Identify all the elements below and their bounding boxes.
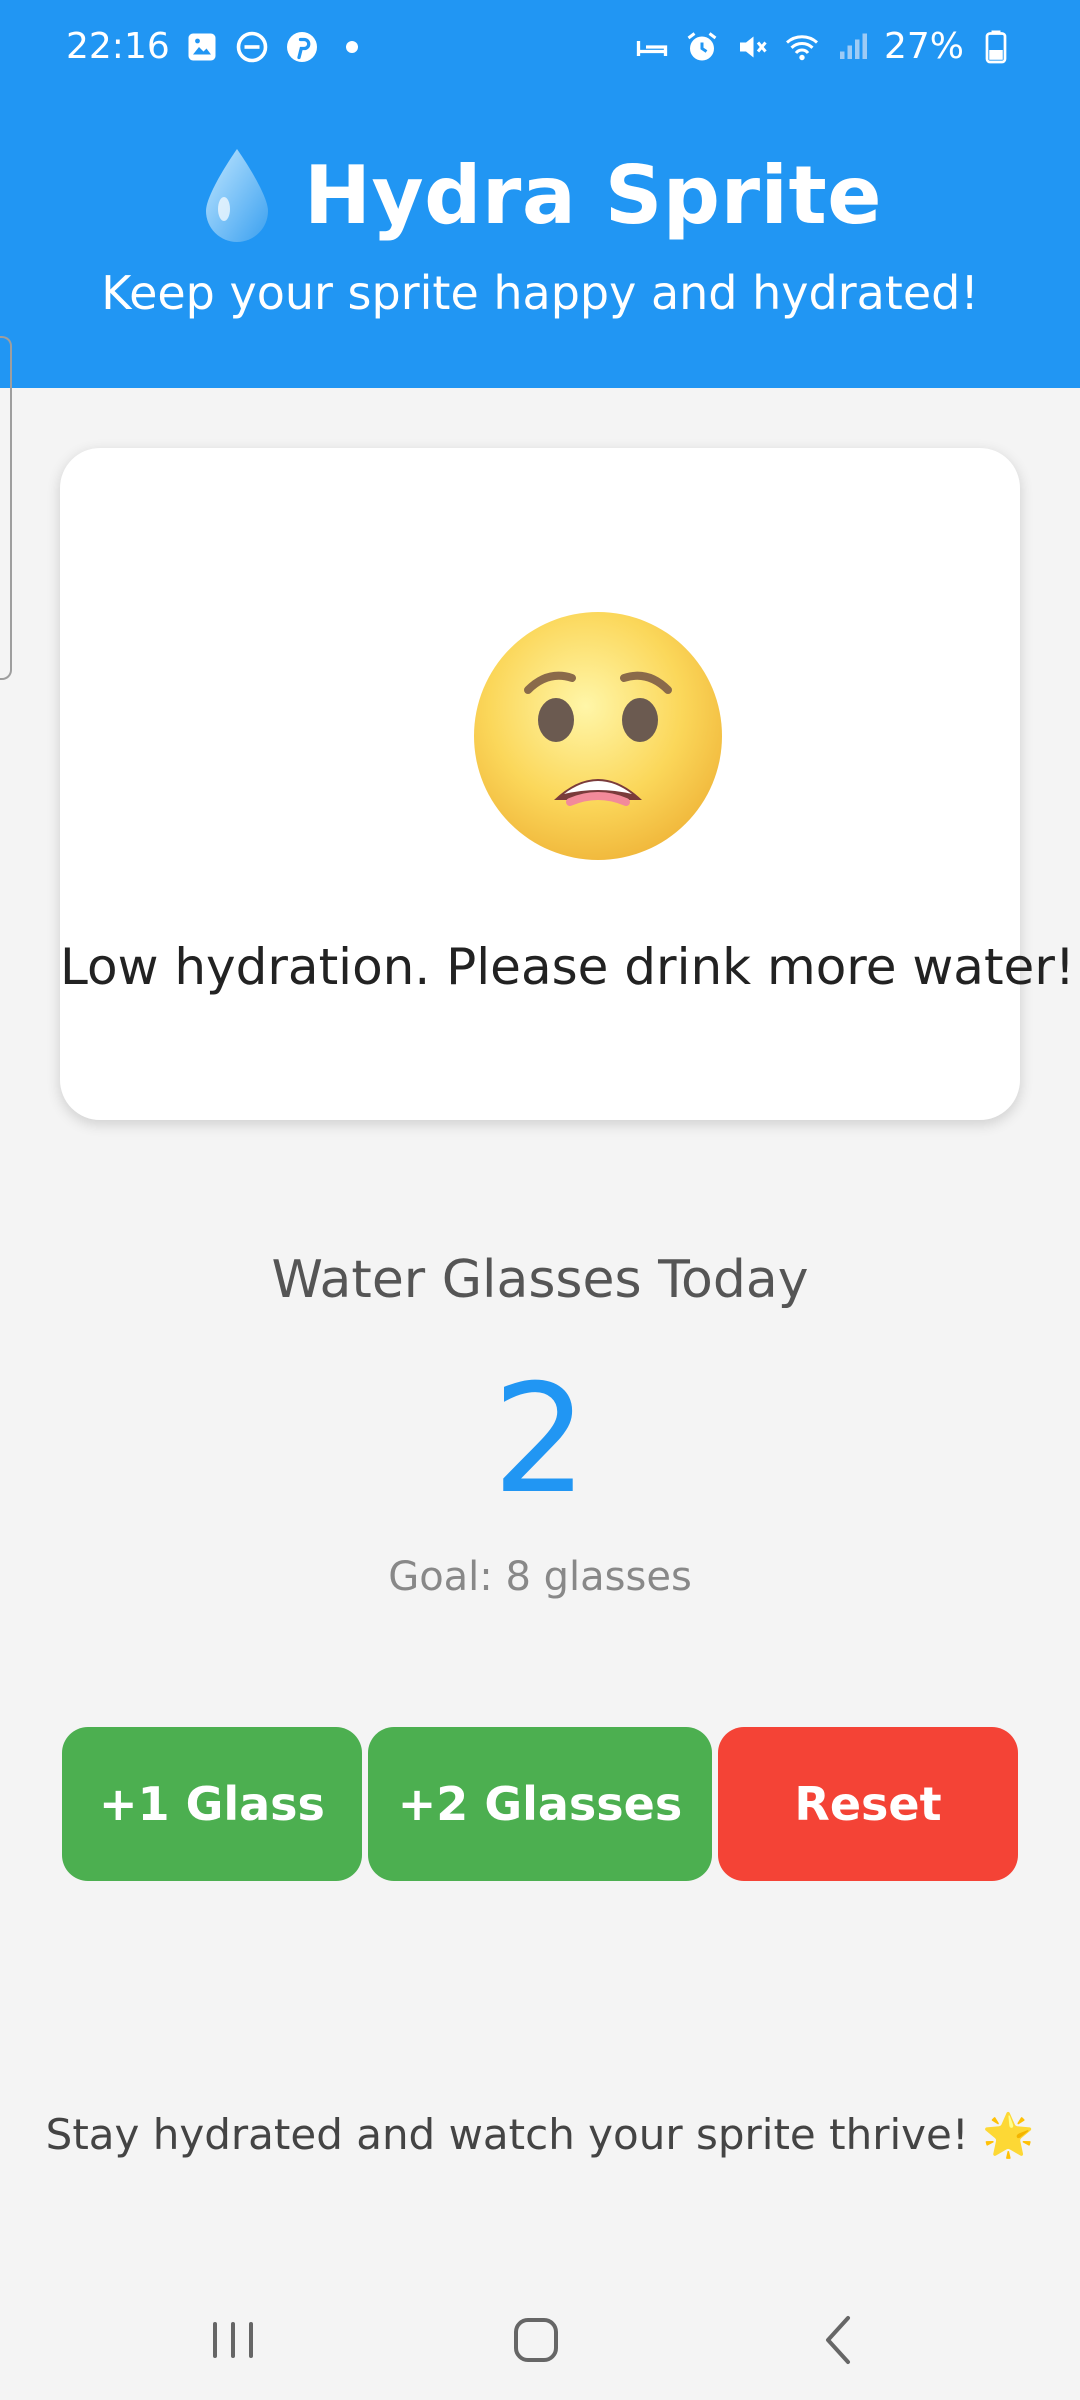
status-bar: 22:16 27%: [0, 0, 1080, 96]
signal-icon: [834, 29, 870, 65]
pinterest-icon: [284, 29, 320, 65]
recents-icon[interactable]: [193, 2300, 273, 2380]
system-nav-bar: [0, 2260, 1080, 2400]
edge-panel-handle[interactable]: [0, 336, 12, 680]
home-icon[interactable]: [496, 2300, 576, 2380]
back-icon[interactable]: [800, 2300, 880, 2380]
mute-icon: [734, 29, 770, 65]
sprite-status-message: Low hydration. Please drink more water!: [60, 938, 1075, 996]
battery-percent: 27%: [883, 26, 964, 67]
water-drop-icon: [198, 145, 276, 245]
status-time: 22:16: [66, 26, 170, 67]
app-title: Hydra Sprite: [304, 148, 882, 242]
dnd-icon: [234, 29, 270, 65]
counter-label: Water Glasses Today: [271, 1250, 809, 1310]
title-row: Hydra Sprite: [0, 140, 1080, 250]
footer-message: Stay hydrated and watch your sprite thri…: [45, 2110, 1035, 2159]
dot-icon: [334, 29, 370, 65]
sleep-icon: [634, 29, 670, 65]
alarm-icon: [684, 29, 720, 65]
battery-icon: [978, 29, 1014, 65]
app-header: 22:16 27% Hydra Sprite Keep your sprite …: [0, 0, 1080, 388]
add-two-glasses-button[interactable]: +2 Glasses: [368, 1727, 712, 1881]
status-left: 22:16: [66, 26, 370, 67]
app-subtitle: Keep your sprite happy and hydrated!: [101, 266, 979, 320]
wifi-icon: [784, 29, 820, 65]
goal-text: Goal: 8 glasses: [388, 1554, 692, 1600]
reset-button[interactable]: Reset: [718, 1727, 1018, 1881]
worried-face-icon: [470, 608, 726, 864]
add-one-glass-button[interactable]: +1 Glass: [62, 1727, 362, 1881]
sprite-card: Low hydration. Please drink more water!: [60, 448, 1075, 1120]
status-right: 27%: [634, 26, 1014, 67]
glass-count: 2: [492, 1353, 588, 1527]
gallery-icon: [184, 29, 220, 65]
